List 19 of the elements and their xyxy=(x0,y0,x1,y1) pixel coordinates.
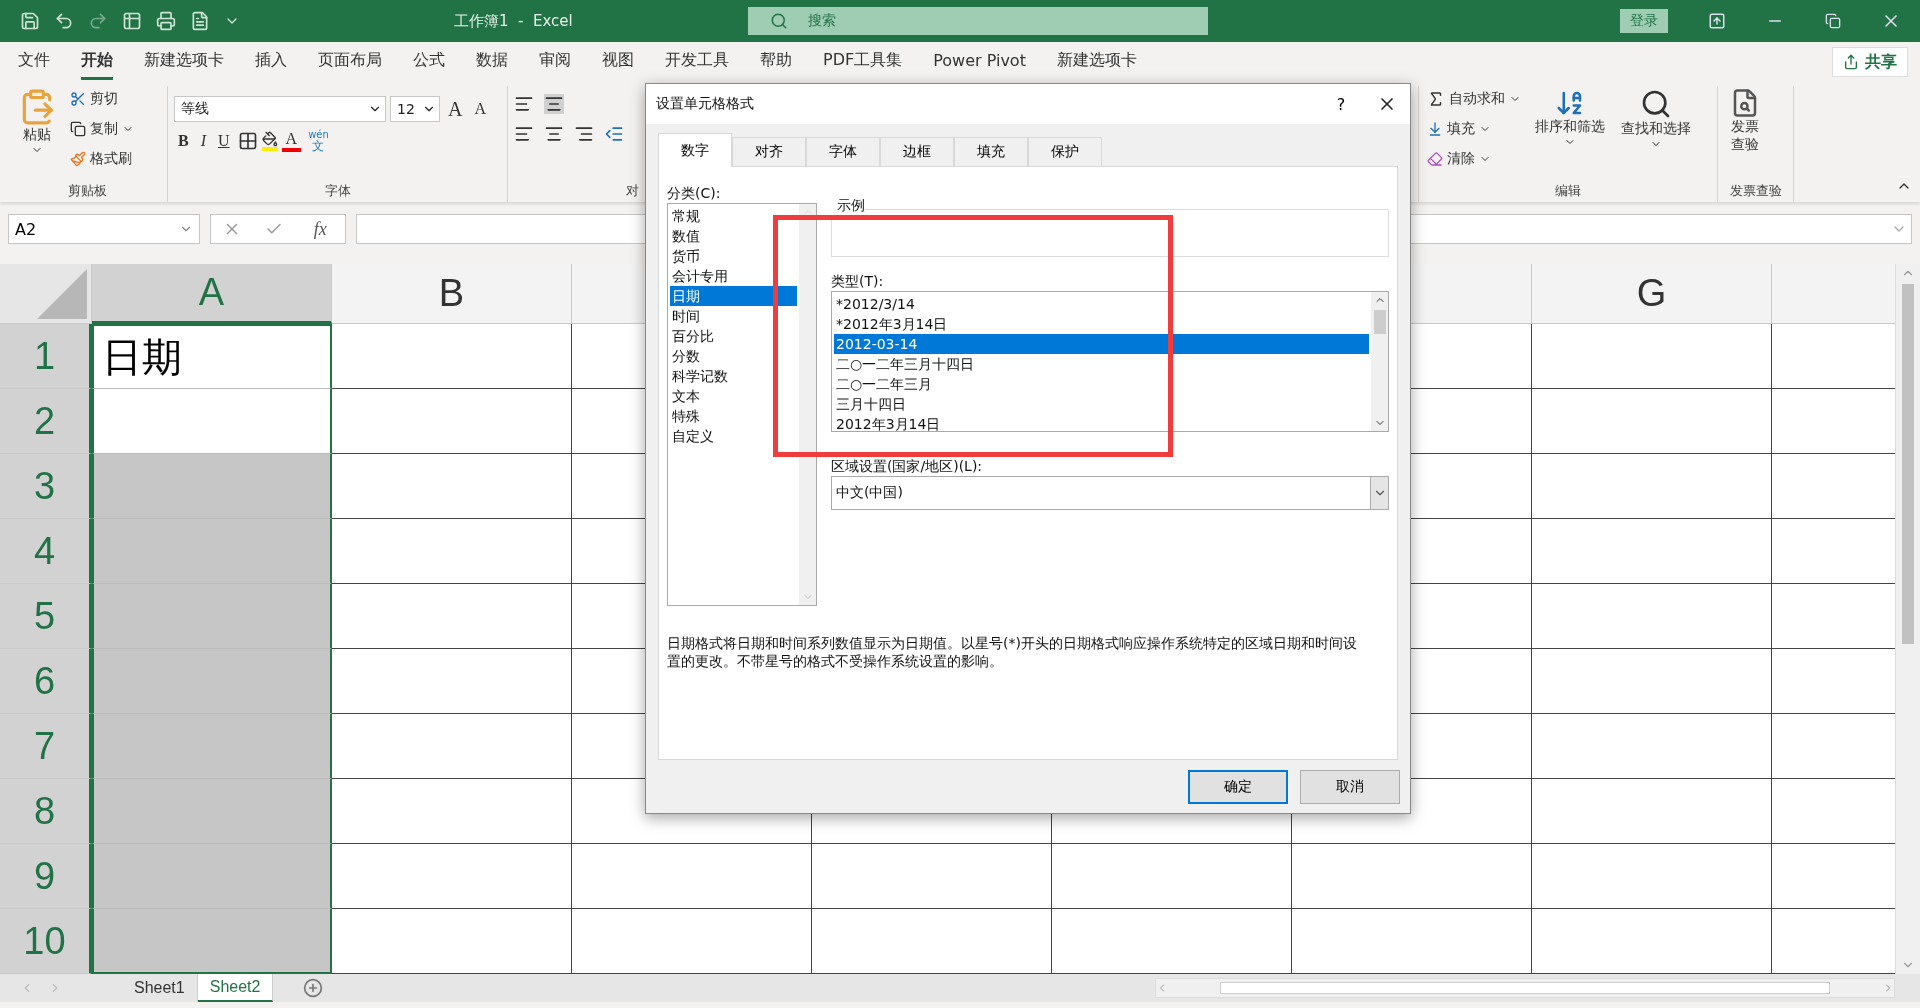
locale-value: 中文(中国) xyxy=(836,484,903,502)
description-text: 日期格式将日期和时间系列数值显示为日期值。以星号(*)开头的日期格式响应操作系统特定的区域日期和时间设置的更改。不带星号的格式不受操作系统设置的影响。 xyxy=(667,634,1357,670)
locale-label: 区域设置(国家/地区)(L): xyxy=(831,457,983,476)
phonetic-text: wén xyxy=(308,128,329,140)
font-name-value: 等线 xyxy=(181,100,209,118)
search-placeholder: 搜索 xyxy=(807,12,836,30)
name-box-value: A2 xyxy=(15,219,37,239)
group-label: 剪贴板 xyxy=(67,182,108,200)
group-label: 对 xyxy=(626,182,639,200)
dialog-title: 设置单元格格式 xyxy=(656,95,754,113)
category-label: 分类(C): xyxy=(667,184,722,203)
table-cell: 日期 xyxy=(92,324,332,389)
font-size-value: 12 xyxy=(397,101,415,117)
phonetic-text: 文 xyxy=(312,139,325,154)
type-label: 类型(T): xyxy=(831,272,885,291)
window-title: 工作簿1 - Excel xyxy=(454,11,573,31)
group-label: 发票查验 xyxy=(1728,182,1783,200)
group-label: 编辑 xyxy=(1554,182,1582,200)
group-label: 字体 xyxy=(323,182,352,200)
